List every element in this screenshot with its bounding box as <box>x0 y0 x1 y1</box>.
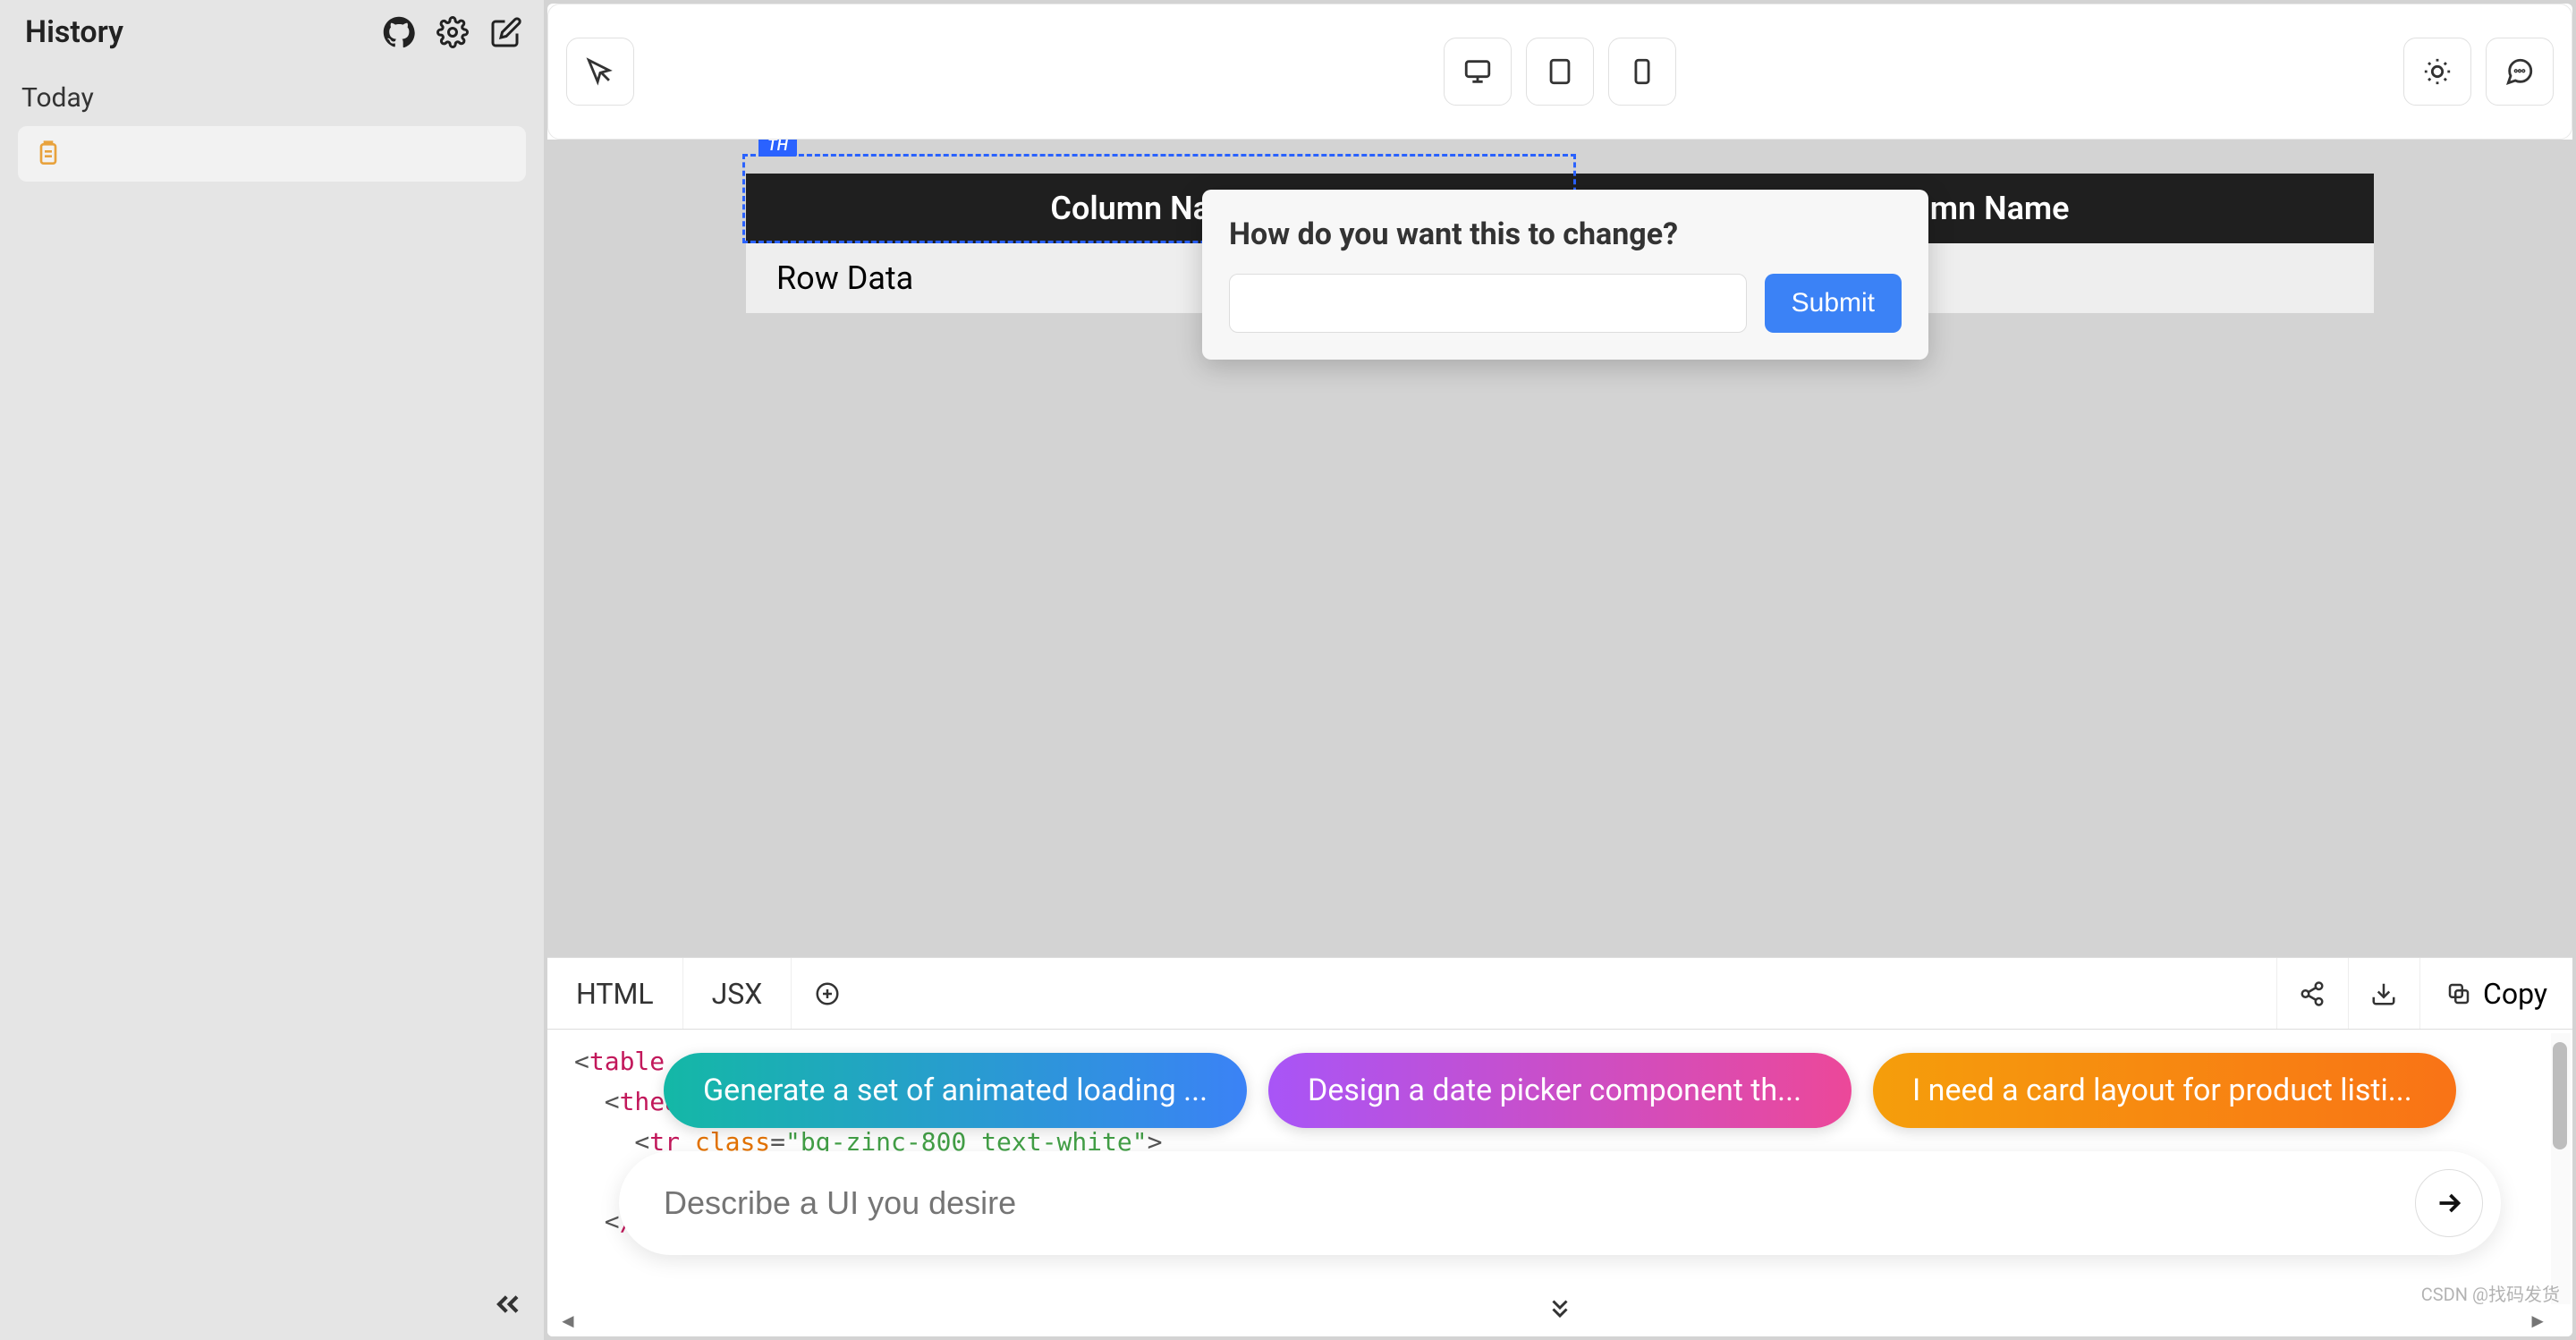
suggestion-pill-2[interactable]: Design a date picker component th... <box>1268 1053 1852 1128</box>
tablet-view-button[interactable] <box>1526 38 1594 106</box>
history-item[interactable] <box>18 126 526 182</box>
prompt-input[interactable] <box>664 1184 2415 1222</box>
tab-jsx[interactable]: JSX <box>683 958 792 1029</box>
watermark: CSDN @找码发货 <box>2421 1280 2560 1306</box>
copy-label: Copy <box>2483 977 2547 1011</box>
mobile-view-button[interactable] <box>1608 38 1676 106</box>
desktop-view-button[interactable] <box>1444 38 1512 106</box>
submit-button[interactable]: Submit <box>1765 274 1902 333</box>
suggestion-pill-1[interactable]: Generate a set of animated loading ... <box>664 1053 1247 1128</box>
share-button[interactable] <box>2276 958 2348 1029</box>
vertical-scrollbar[interactable] <box>2551 1033 2571 1304</box>
chat-button[interactable] <box>2486 38 2554 106</box>
github-icon[interactable] <box>383 16 415 48</box>
sidebar-actions <box>383 16 522 48</box>
bottom-panel: HTML JSX Copy <tab <box>547 957 2572 1336</box>
collapse-sidebar-button[interactable] <box>490 1286 526 1326</box>
popover-title: How do you want this to change? <box>1229 216 1902 252</box>
sidebar-title: History <box>25 14 123 50</box>
suggestion-pills: Generate a set of animated loading ... D… <box>664 1053 2456 1128</box>
preview-toolbar <box>547 4 2572 140</box>
preview-area: Column Name Column Name Row Data TH How … <box>547 140 2572 957</box>
tab-html[interactable]: HTML <box>547 958 683 1029</box>
prompt-bar <box>619 1151 2501 1255</box>
add-tab-button[interactable] <box>792 958 863 1029</box>
code-area[interactable]: <table c <thead> <tr class="bg-zinc-800 … <box>547 1030 2572 1336</box>
tabs-row: HTML JSX Copy <box>547 958 2572 1030</box>
download-button[interactable] <box>2348 958 2419 1029</box>
horizontal-scrollbar[interactable]: ◄► <box>558 1311 2547 1331</box>
section-today-label: Today <box>0 59 544 126</box>
clipboard-icon <box>34 140 63 168</box>
copy-button[interactable]: Copy <box>2419 958 2572 1029</box>
edit-icon[interactable] <box>490 16 522 48</box>
sidebar-header: History <box>0 0 544 59</box>
prompt-submit-button[interactable] <box>2415 1169 2483 1237</box>
suggestion-pill-3[interactable]: I need a card layout for product listi..… <box>1873 1053 2456 1128</box>
gear-icon[interactable] <box>436 16 469 48</box>
sidebar: History Today <box>0 0 544 1340</box>
theme-toggle-button[interactable] <box>2403 38 2471 106</box>
change-input[interactable] <box>1229 274 1747 333</box>
select-element-button[interactable] <box>566 38 634 106</box>
selection-tag-label: TH <box>758 140 797 157</box>
change-popover: How do you want this to change? Submit <box>1202 190 1928 360</box>
main: Column Name Column Name Row Data TH How … <box>547 4 2572 1336</box>
